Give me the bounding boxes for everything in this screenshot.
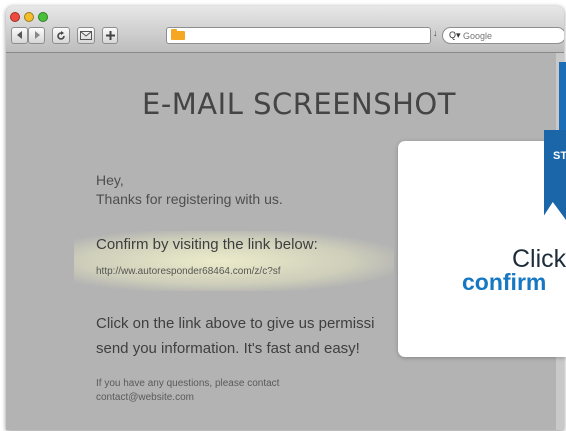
browser-toolbar: ↓ Q▾ [6,6,564,53]
search-icon: Q▾ [449,30,461,40]
thanks-line: Thanks for registering with us. [96,191,283,207]
address-dropdown-icon[interactable]: ↓ [433,28,438,38]
add-tab-button[interactable] [102,27,118,44]
zoom-window-button[interactable] [38,12,48,22]
address-bar[interactable] [166,27,431,44]
contact-info: If you have any questions, please contac… [96,377,279,405]
permission-text: Click on the link above to give us permi… [96,311,426,361]
confirm-heading: Confirm by visiting the link below: [96,236,318,253]
search-input[interactable] [463,29,558,42]
bookmark-envelope-icon [80,31,92,40]
page-title: E-MAIL SCREENSHOT [142,87,456,121]
close-window-button[interactable] [10,12,20,22]
back-arrow-icon [16,31,22,39]
contact-email[interactable]: contact@website.com [96,391,279,405]
plus-icon [105,31,115,40]
forward-button[interactable] [28,27,45,44]
reload-button[interactable] [52,27,70,44]
overlay-card: Click confirm [398,141,566,357]
permission-line-1: Click on the link above to give us permi… [96,315,375,332]
search-field[interactable]: Q▾ [442,27,564,44]
confirm-link[interactable]: http://ww.autoresponder68464.com/z/c?sf [96,266,281,277]
email-greeting: Hey, Thanks for registering with us. [96,171,283,209]
overlay-confirm[interactable]: confirm [462,269,546,296]
minimize-window-button[interactable] [24,12,34,22]
contact-line-1: If you have any questions, please contac… [96,378,280,389]
step-ribbon-label: ST [553,150,566,162]
greeting-line: Hey, [96,172,124,188]
bookmarks-button[interactable] [77,27,95,44]
folder-icon [171,29,185,40]
back-button[interactable] [11,27,28,44]
reload-icon [57,31,65,40]
forward-arrow-icon [34,31,40,39]
permission-line-2: send you information. It's fast and easy… [96,340,360,357]
